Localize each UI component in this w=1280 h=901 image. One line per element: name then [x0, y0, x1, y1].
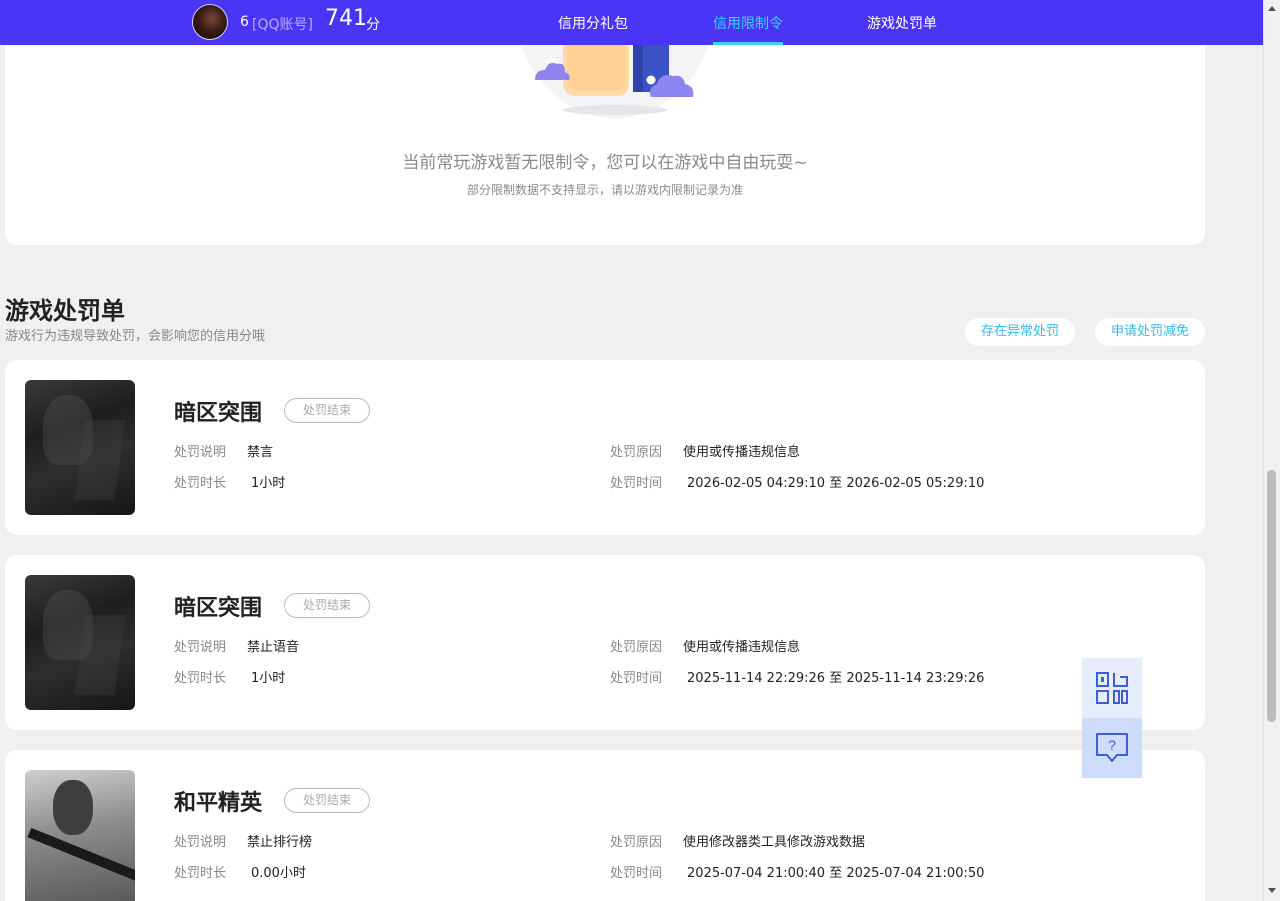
qr-code-button[interactable]	[1082, 658, 1142, 718]
top-navigation-bar: 6 [QQ账号] 741 分 信用分礼包 信用限制令 游戏处罚单	[0, 0, 1263, 45]
scrollbar-thumb[interactable]	[1267, 470, 1276, 722]
penalty-time-value: 2026-02-05 04:29:10 至 2026-02-05 05:29:1…	[687, 476, 985, 491]
penalty-status-badge: 处罚结束	[284, 788, 370, 813]
penalty-reason-value: 使用或传播违规信息	[683, 445, 801, 460]
penalty-card: 和平精英 处罚结束 处罚说明 禁止排行榜 处罚时长 0.00小时 处罚原因 使用…	[5, 750, 1205, 901]
penalty-section-title: 游戏处罚单	[5, 297, 125, 325]
report-abnormal-penalty-button[interactable]: 存在异常处罚	[965, 318, 1075, 346]
penalty-duration-label: 处罚时长	[174, 671, 227, 686]
game-cover-image	[25, 380, 135, 515]
penalty-game-name: 暗区突围	[174, 401, 263, 426]
penalty-section-description: 游戏行为违规导致处罚，会影响您的信用分哦	[5, 329, 266, 344]
penalty-time-label: 处罚时间	[610, 476, 663, 491]
penalty-reason-label: 处罚原因	[610, 640, 663, 655]
penalty-desc-value: 禁止语音	[247, 640, 300, 655]
penalty-time-value: 2025-11-14 22:29:26 至 2025-11-14 23:29:2…	[687, 671, 985, 686]
account-type-label: [QQ账号]	[252, 17, 313, 33]
game-cover-image	[25, 575, 135, 710]
penalty-desc-value: 禁止排行榜	[247, 835, 313, 850]
penalty-duration-value: 1小时	[251, 671, 286, 686]
tab-game-penalty[interactable]: 游戏处罚单	[867, 13, 937, 33]
penalty-duration-label: 处罚时长	[174, 476, 227, 491]
qr-code-icon	[1096, 672, 1128, 704]
penalty-desc-label: 处罚说明	[174, 445, 227, 460]
penalty-time-label: 处罚时间	[610, 671, 663, 686]
scroll-down-arrow-icon[interactable]	[1268, 888, 1276, 893]
penalty-card: 暗区突围 处罚结束 处罚说明 禁言 处罚时长 1小时 处罚原因 使用或传播违规信…	[5, 360, 1205, 535]
penalty-desc-value: 禁言	[247, 445, 274, 460]
game-cover-image	[25, 770, 135, 901]
restriction-message: 当前常玩游戏暂无限制令，您可以在游戏中自由玩耍~	[402, 153, 808, 173]
credit-score-unit: 分	[366, 17, 380, 33]
penalty-duration-label: 处罚时长	[174, 866, 227, 881]
penalty-game-name: 和平精英	[174, 791, 263, 816]
penalty-duration-value: 0.00小时	[251, 866, 306, 881]
credit-score: 741	[325, 6, 367, 31]
svg-text:?: ?	[1108, 737, 1116, 753]
penalty-time-label: 处罚时间	[610, 866, 663, 881]
avatar[interactable]	[192, 4, 228, 40]
help-chat-icon: ?	[1096, 733, 1128, 762]
apply-penalty-reduction-button[interactable]: 申请处罚减免	[1095, 318, 1205, 346]
penalty-reason-label: 处罚原因	[610, 835, 663, 850]
vertical-scrollbar[interactable]	[1263, 0, 1280, 901]
penalty-time-value: 2025-07-04 21:00:40 至 2025-07-04 21:00:5…	[687, 866, 985, 881]
penalty-desc-label: 处罚说明	[174, 835, 227, 850]
scroll-up-arrow-icon[interactable]	[1268, 6, 1276, 11]
penalty-game-name: 暗区突围	[174, 596, 263, 621]
tab-credit-restriction[interactable]: 信用限制令	[713, 13, 783, 33]
penalty-desc-label: 处罚说明	[174, 640, 227, 655]
penalty-status-badge: 处罚结束	[284, 593, 370, 618]
tab-credit-gift[interactable]: 信用分礼包	[558, 13, 628, 33]
penalty-card: 暗区突围 处罚结束 处罚说明 禁止语音 处罚时长 1小时 处罚原因 使用或传播违…	[5, 555, 1205, 730]
penalty-status-badge: 处罚结束	[284, 398, 370, 423]
penalty-reason-value: 使用修改器类工具修改游戏数据	[683, 835, 866, 850]
penalty-reason-label: 处罚原因	[610, 445, 663, 460]
restriction-note: 部分限制数据不支持显示，请以游戏内限制记录为准	[466, 183, 743, 197]
active-tab-indicator	[713, 42, 783, 45]
help-feedback-button[interactable]: ?	[1082, 718, 1142, 778]
user-rank: 6	[240, 14, 249, 30]
penalty-reason-value: 使用或传播违规信息	[683, 640, 801, 655]
penalty-duration-value: 1小时	[251, 476, 286, 491]
